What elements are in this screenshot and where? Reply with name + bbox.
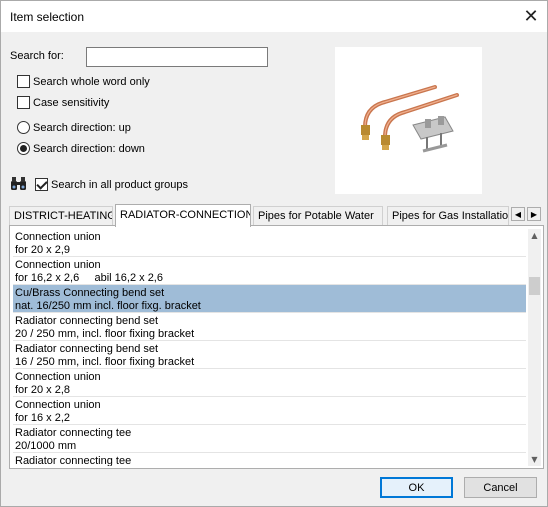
item-list-panel: Connection union for 20 x 2,9 Connection u…: [9, 225, 544, 469]
tab-scroll-left-icon[interactable]: ◀: [511, 207, 525, 221]
item-name: Connection union: [15, 399, 101, 411]
item-detail: for 16,2 x 2,6 abil 16,2 x 2,6: [15, 272, 163, 284]
list-item[interactable]: Connection union for 16,2 x 2,6 abil 16,2…: [13, 257, 526, 285]
case-sensitivity-checkbox[interactable]: [17, 96, 30, 109]
item-detail: for 20 x 2,9: [15, 244, 71, 256]
direction-down-radio[interactable]: [17, 142, 30, 155]
cancel-button[interactable]: Cancel: [464, 477, 537, 498]
item-name: Connection union: [15, 231, 101, 243]
list-item[interactable]: Radiator connecting tee: [13, 453, 526, 466]
scroll-thumb[interactable]: [529, 277, 540, 295]
list-item[interactable]: Radiator connecting tee 20/1000 mm: [13, 425, 526, 453]
list-item[interactable]: Connection union for 20 x 2,9: [13, 229, 526, 257]
all-groups-label[interactable]: Search in all product groups: [51, 179, 188, 191]
item-list[interactable]: Connection union for 20 x 2,9 Connection u…: [13, 229, 526, 466]
copper-bend-set-illustration: [361, 85, 459, 153]
direction-down-label[interactable]: Search direction: down: [33, 143, 145, 155]
list-item[interactable]: Radiator connecting bend set 20 / 250 mm,…: [13, 313, 526, 341]
list-item[interactable]: Cu/Brass Connecting bend set nat. 16/250 …: [13, 285, 526, 313]
ok-button[interactable]: OK: [380, 477, 453, 498]
list-item[interactable]: Connection union for 20 x 2,8: [13, 369, 526, 397]
all-groups-checkbox[interactable]: [35, 178, 48, 191]
direction-up-radio[interactable]: [17, 121, 30, 134]
tab-district-heating[interactable]: DISTRICT-HEATING: [9, 206, 113, 225]
scroll-down-arrow-icon[interactable]: ▼: [528, 453, 541, 466]
item-detail: for 16 x 2,2: [15, 412, 71, 424]
scroll-up-arrow-icon[interactable]: ▲: [528, 229, 541, 242]
binoculars-icon[interactable]: [10, 176, 27, 191]
tab-pipes-potable-water[interactable]: Pipes for Potable Water: [253, 206, 383, 225]
item-detail: nat. 16/250 mm incl. floor fixg. bracket: [15, 300, 201, 312]
tab-scroll-right-icon[interactable]: ▶: [527, 207, 541, 221]
list-item[interactable]: Connection union for 16 x 2,2: [13, 397, 526, 425]
title-bar: Item selection ✕: [1, 1, 547, 32]
item-name: Radiator connecting tee: [15, 455, 132, 466]
close-icon[interactable]: ✕: [515, 1, 547, 32]
item-detail: for 20 x 2,8: [15, 384, 71, 396]
item-name: Cu/Brass Connecting bend set: [15, 287, 165, 299]
item-name: Radiator connecting bend set: [15, 343, 159, 355]
item-selection-dialog: Item selection ✕ Search for: Search whol…: [0, 0, 548, 507]
item-name: Connection union: [15, 259, 101, 271]
item-name: Radiator connecting tee: [15, 427, 132, 439]
tab-pipes-gas-installation[interactable]: Pipes for Gas Installatio: [387, 206, 509, 225]
list-scrollbar[interactable]: ▲ ▼: [528, 229, 541, 466]
window-title: Item selection: [10, 10, 85, 24]
item-detail: 20 / 250 mm, incl. floor fixing bracket: [15, 328, 195, 340]
list-item[interactable]: Radiator connecting bend set 16 / 250 mm,…: [13, 341, 526, 369]
direction-up-label[interactable]: Search direction: up: [33, 122, 131, 134]
item-detail: 20/1000 mm: [15, 440, 77, 452]
item-detail: 16 / 250 mm, incl. floor fixing bracket: [15, 356, 195, 368]
search-input[interactable]: [86, 47, 268, 67]
search-for-label: Search for:: [10, 50, 64, 62]
item-name: Radiator connecting bend set: [15, 315, 159, 327]
product-group-tabs: DISTRICT-HEATING RADIATOR-CONNECTION Pip…: [9, 204, 545, 227]
whole-word-checkbox[interactable]: [17, 75, 30, 88]
item-name: Connection union: [15, 371, 101, 383]
tab-radiator-connection[interactable]: RADIATOR-CONNECTION: [115, 204, 251, 227]
product-preview-image: [335, 47, 482, 194]
case-sensitivity-label[interactable]: Case sensitivity: [33, 97, 109, 109]
whole-word-label[interactable]: Search whole word only: [33, 76, 150, 88]
